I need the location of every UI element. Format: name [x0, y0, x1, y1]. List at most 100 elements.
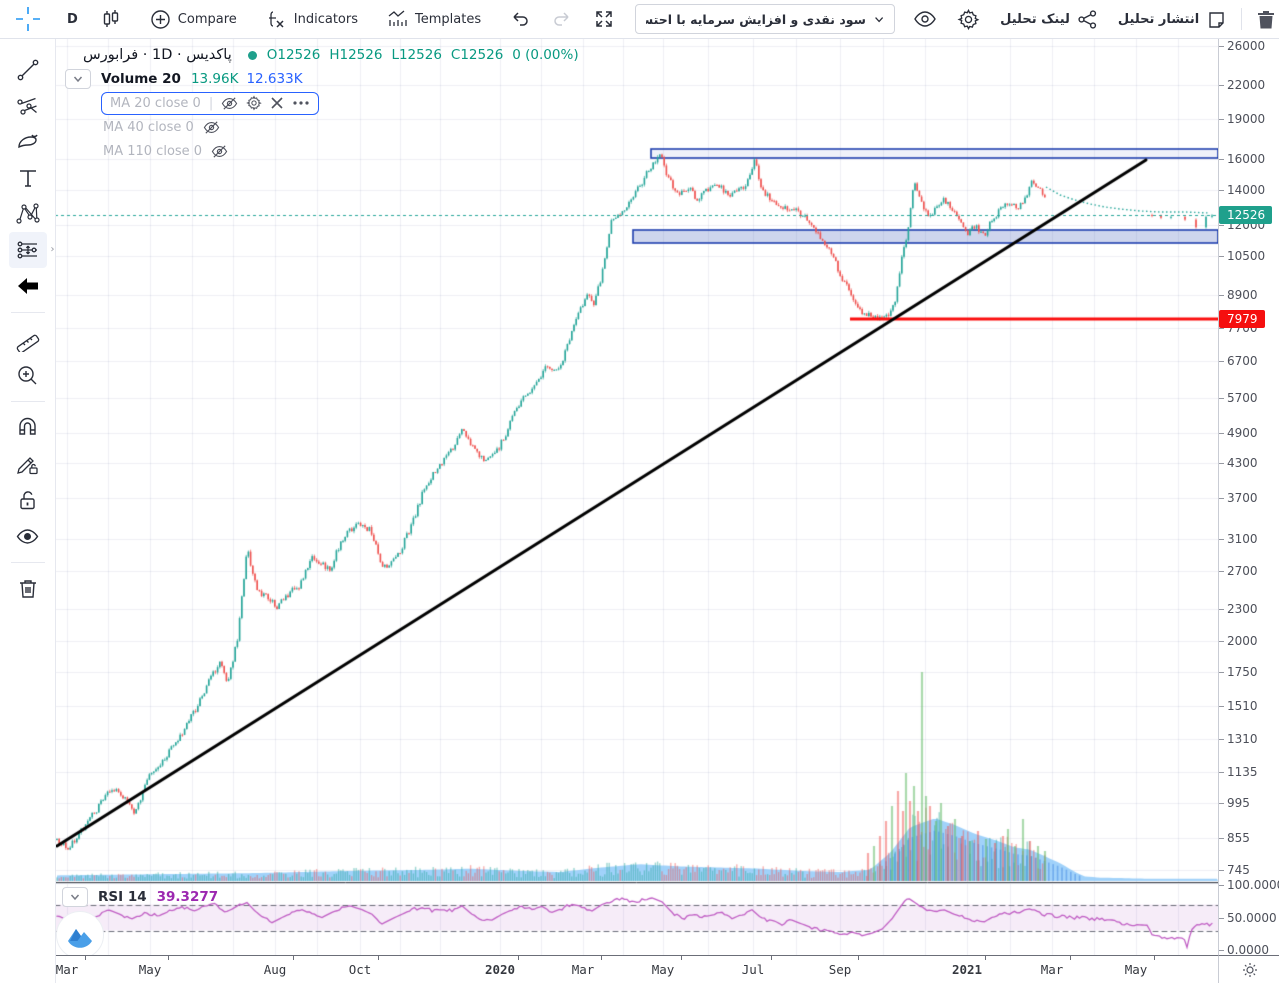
symbol-title[interactable]: پاکدیس · 1D · فرابورس [83, 47, 232, 63]
crosshair-tool[interactable] [0, 6, 55, 32]
price-tick-label: 16000 [1227, 152, 1265, 166]
volume-value: 12.633K [246, 71, 302, 87]
indicators-label: Indicators [294, 12, 358, 27]
ma110-indicator[interactable]: MA 110 close 0 [103, 143, 228, 160]
arrow-marker-tool[interactable] [9, 268, 47, 304]
price-axis[interactable]: 2600022000190001600014000120001050089007… [1218, 38, 1279, 955]
ma40-legend-row: MA 40 close 0 [83, 116, 579, 138]
pattern-tool[interactable] [9, 196, 47, 232]
toolbar-separator [11, 562, 45, 563]
trend-line-tool[interactable] [9, 52, 47, 88]
price-tick-label: 26000 [1227, 39, 1265, 53]
price-tick-label: 5700 [1227, 391, 1258, 405]
time-axis[interactable]: MarMayAugOct2020MarMayJulSep2021MarMay [55, 955, 1218, 983]
interval-button[interactable]: D [55, 5, 90, 33]
ohlc-change: 0 (0.00%) [512, 47, 578, 63]
ma40-label[interactable]: MA 40 close 0 [103, 120, 194, 135]
price-tick-label: 4900 [1227, 426, 1258, 440]
rsi-indicator-label[interactable]: RSI 14 [98, 889, 147, 905]
notepad-icon [1206, 9, 1227, 30]
close-icon[interactable] [270, 96, 284, 110]
price-tick-label: 2300 [1227, 602, 1258, 616]
price-tick-label: 19000 [1227, 112, 1265, 126]
rsi-axis-label: 100.0000 [1227, 878, 1279, 892]
text-tool[interactable] [9, 160, 47, 196]
ruler-icon [15, 326, 41, 352]
eye-off-icon[interactable] [211, 143, 228, 160]
volume-ma-value: 13.96K [191, 71, 239, 87]
gear-icon[interactable] [246, 95, 262, 111]
time-tick-mark [1070, 956, 1071, 960]
lock-all-tool[interactable] [9, 482, 47, 518]
time-tick-label: Mar [56, 962, 79, 977]
publish-analysis-label: انتشار تحلیل [1118, 12, 1199, 27]
chevron-down-icon [70, 892, 80, 902]
magnet-tool[interactable] [9, 410, 47, 446]
price-tick-label: 855 [1227, 831, 1250, 845]
price-adjustment-dropdown[interactable]: سود نقدی و افزایش سرمایه با احتساب آورده [635, 4, 895, 34]
toolbar-separator [1241, 8, 1242, 30]
price-tick-label: 745 [1227, 863, 1250, 877]
publish-analysis-button[interactable]: انتشار تحلیل [1108, 5, 1237, 33]
time-tick-label: Jul [742, 962, 765, 977]
measure-tool[interactable] [9, 321, 47, 357]
projection-tool-selected[interactable]: › [9, 232, 47, 268]
projection-icon [15, 237, 41, 263]
collapse-main-legend-button[interactable] [65, 69, 91, 89]
chart-canvas[interactable] [55, 38, 1218, 955]
ma20-indicator[interactable]: MA 20 close 0 | [101, 92, 319, 115]
mountain-logo-icon [65, 920, 95, 950]
price-tick-label: 14000 [1227, 183, 1265, 197]
pencil-lock-icon [15, 452, 40, 477]
tool-expand-caret[interactable]: › [51, 244, 55, 255]
collapse-rsi-button[interactable] [62, 887, 88, 907]
undo-button[interactable] [499, 5, 541, 33]
price-tick-label: 1750 [1227, 665, 1258, 679]
link-analysis-label: لینک تحلیل [1000, 12, 1070, 27]
compare-button[interactable]: Compare [140, 5, 247, 33]
fullscreen-button[interactable] [583, 5, 625, 33]
ma20-label[interactable]: MA 20 close 0 [110, 96, 201, 111]
time-tick-label: Oct [349, 962, 372, 977]
time-tick-mark [858, 956, 859, 960]
time-tick-label: May [139, 962, 162, 977]
remove-chart-button[interactable] [1246, 5, 1279, 33]
time-tick-mark [985, 956, 986, 960]
time-tick-label: Aug [264, 962, 287, 977]
volume-legend-row: Volume 20 13.96K 12.633K [83, 68, 579, 90]
time-tick-mark [601, 956, 602, 960]
remove-drawings-tool[interactable] [9, 571, 47, 607]
price-tick-label: 6700 [1227, 354, 1258, 368]
ma110-label[interactable]: MA 110 close 0 [103, 144, 202, 159]
price-tick-label: 4300 [1227, 456, 1258, 470]
separator: | [209, 96, 213, 111]
volume-indicator-label[interactable]: Volume 20 [101, 71, 181, 87]
magnet-icon [15, 416, 40, 441]
templates-button[interactable]: Templates [376, 5, 491, 33]
eye-off-icon[interactable] [203, 119, 220, 136]
zoom-in-tool[interactable] [9, 357, 47, 393]
pitchfork-tool[interactable] [9, 88, 47, 124]
chart-plot-area[interactable]: پاکدیس · 1D · فرابورس O12526 H12526 L125… [55, 38, 1218, 955]
eye-off-icon[interactable] [221, 95, 238, 112]
compare-label: Compare [178, 12, 237, 27]
xabcd-pattern-icon [15, 201, 41, 227]
price-tick-label: 22000 [1227, 78, 1265, 92]
chart-type-button[interactable] [90, 5, 132, 33]
hide-all-tool[interactable] [9, 518, 47, 554]
price-tick-label: 995 [1227, 796, 1250, 810]
theme-toggle[interactable] [1218, 955, 1279, 983]
ma40-indicator[interactable]: MA 40 close 0 [103, 119, 220, 136]
settings-button[interactable] [947, 5, 990, 33]
link-analysis-button[interactable]: لینک تحلیل [990, 5, 1108, 33]
last-price-badge: 12526 [1219, 206, 1272, 224]
price-tick-label: 8900 [1227, 288, 1258, 302]
pitchfork-icon [15, 93, 41, 119]
more-options-icon[interactable] [292, 100, 310, 106]
indicators-button[interactable]: Indicators [255, 5, 368, 33]
drawing-mode-tool[interactable] [9, 446, 47, 482]
time-tick-mark [518, 956, 519, 960]
redo-button[interactable] [541, 5, 583, 33]
hide-drawings-button[interactable] [903, 5, 947, 33]
brush-tool[interactable] [9, 124, 47, 160]
